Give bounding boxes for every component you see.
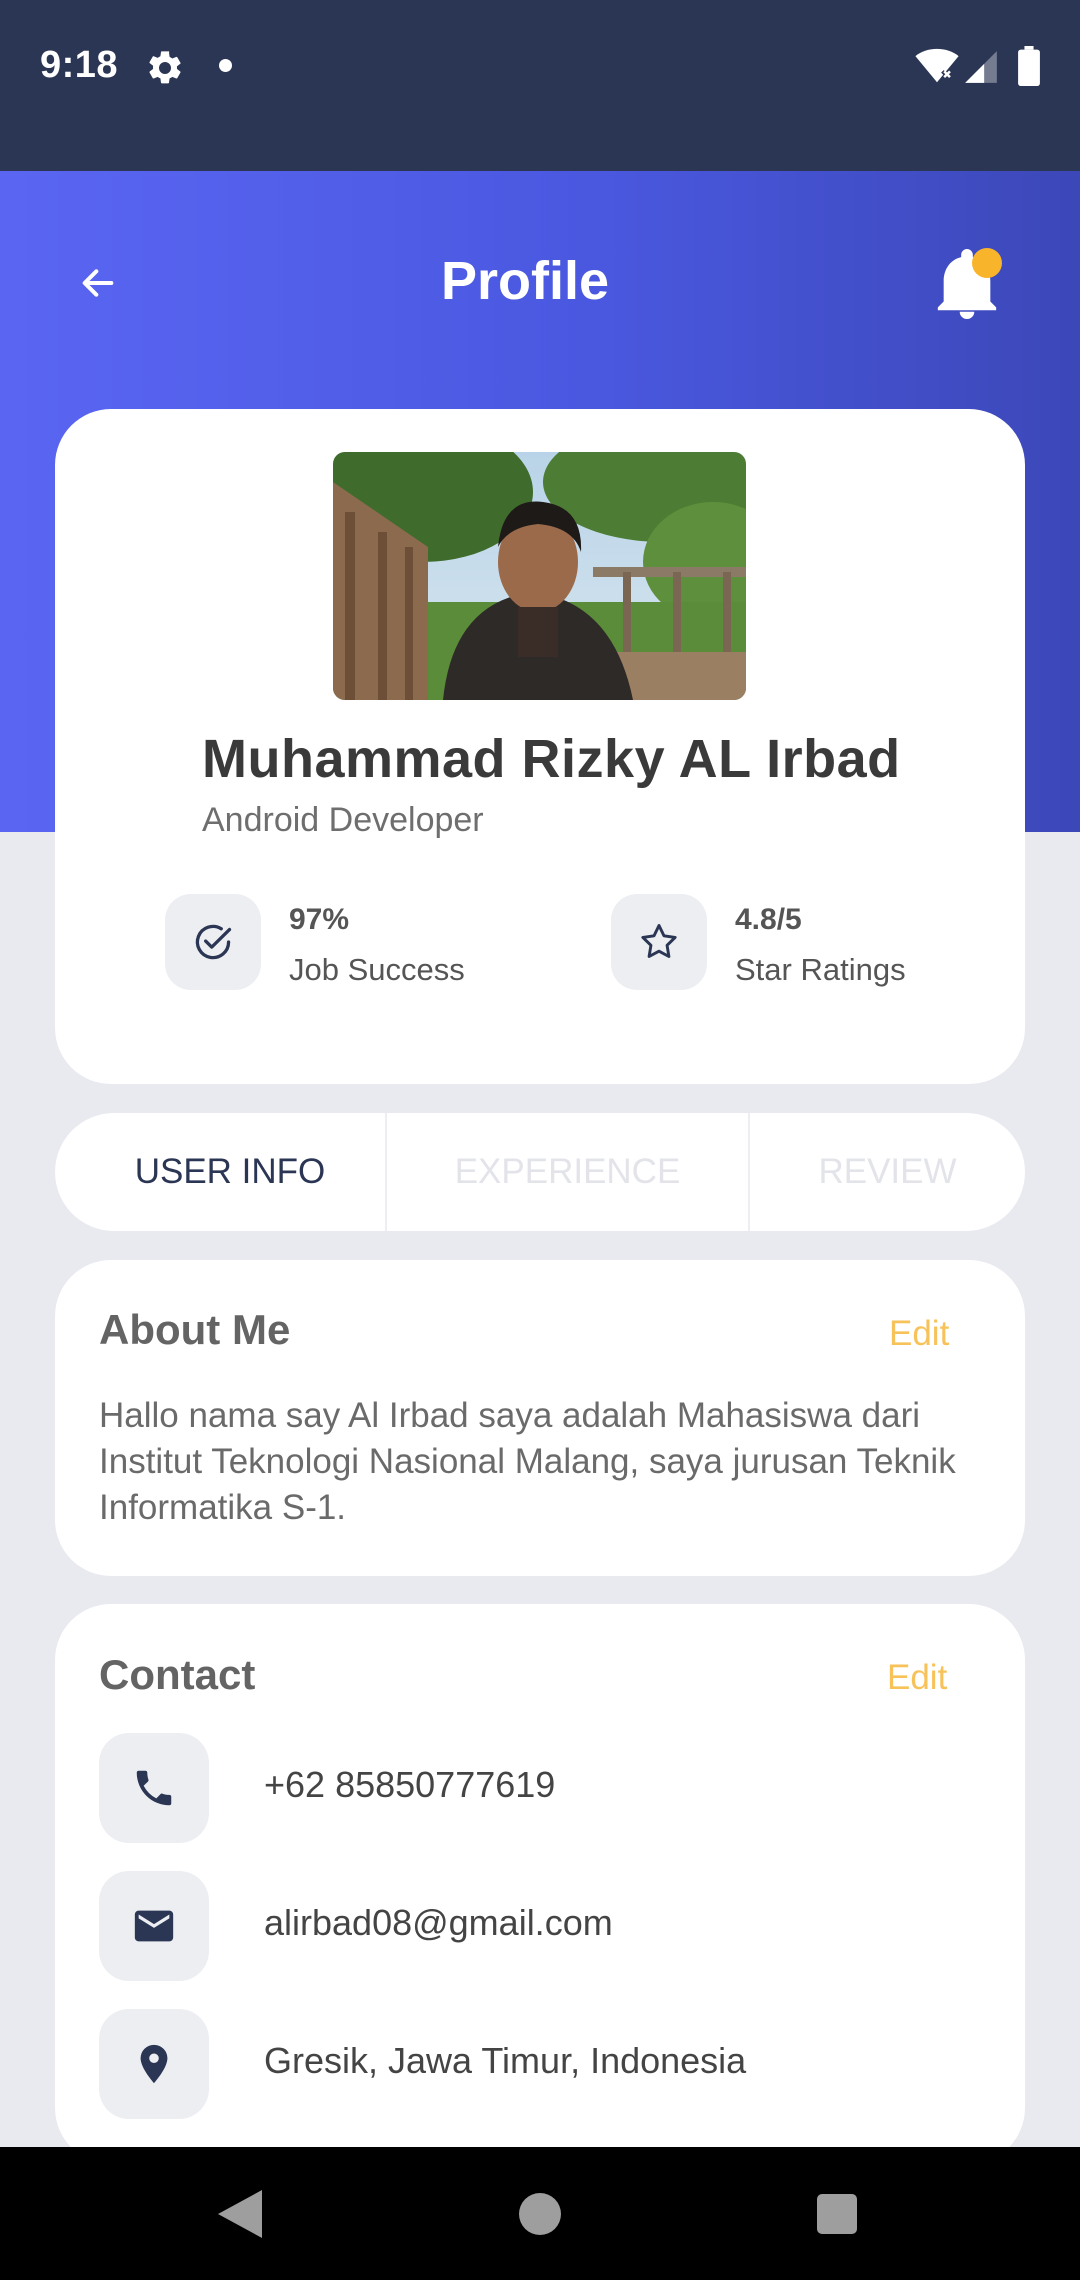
location-badge [99,2009,209,2119]
contact-edit-link[interactable]: Edit [887,1658,947,1698]
signal-icon [965,51,997,83]
nav-recent-apps-icon[interactable] [817,2194,857,2234]
profile-name: Muhammad Rizky AL Irbad [202,729,901,789]
job-success-badge [165,894,261,990]
star-icon [641,924,677,958]
star-rating-badge [611,894,707,990]
wifi-icon [915,48,959,83]
email-badge [99,1871,209,1981]
battery-icon [1018,46,1040,86]
location-pin-icon [140,2044,168,2084]
contact-location[interactable]: Gresik, Jawa Timur, Indonesia [264,2040,746,2082]
status-time: 9:18 [40,44,119,86]
tab-experience[interactable]: EXPERIENCE [387,1113,748,1231]
avatar [333,452,746,700]
job-success-value: 97% [289,903,350,936]
about-title: About Me [99,1306,291,1353]
about-edit-link[interactable]: Edit [889,1314,949,1354]
nav-back-icon[interactable] [218,2190,262,2238]
nav-home-icon[interactable] [519,2193,561,2235]
notification-dot-icon [219,59,232,72]
profile-role: Android Developer [202,801,484,839]
phone-icon [136,1770,172,1806]
tab-review[interactable]: REVIEW [750,1113,1025,1231]
mail-icon [134,1910,174,1942]
contact-email[interactable]: alirbad08@gmail.com [264,1902,613,1944]
contact-phone[interactable]: +62 85850777619 [264,1764,555,1806]
page-title: Profile [440,251,610,311]
job-success-label: Job Success [289,952,465,987]
contact-title: Contact [99,1651,256,1698]
gear-icon [149,51,181,84]
notification-badge [972,248,1002,278]
star-rating-value: 4.8/5 [735,903,802,936]
star-rating-label: Star Ratings [735,952,906,987]
phone-badge [99,1733,209,1843]
status-bar: 9:18 [0,0,1080,171]
about-text: Hallo nama say Al Irbad saya adalah Maha… [99,1396,956,1527]
check-circle-icon [195,924,232,960]
tab-user-info[interactable]: USER INFO [75,1113,385,1231]
